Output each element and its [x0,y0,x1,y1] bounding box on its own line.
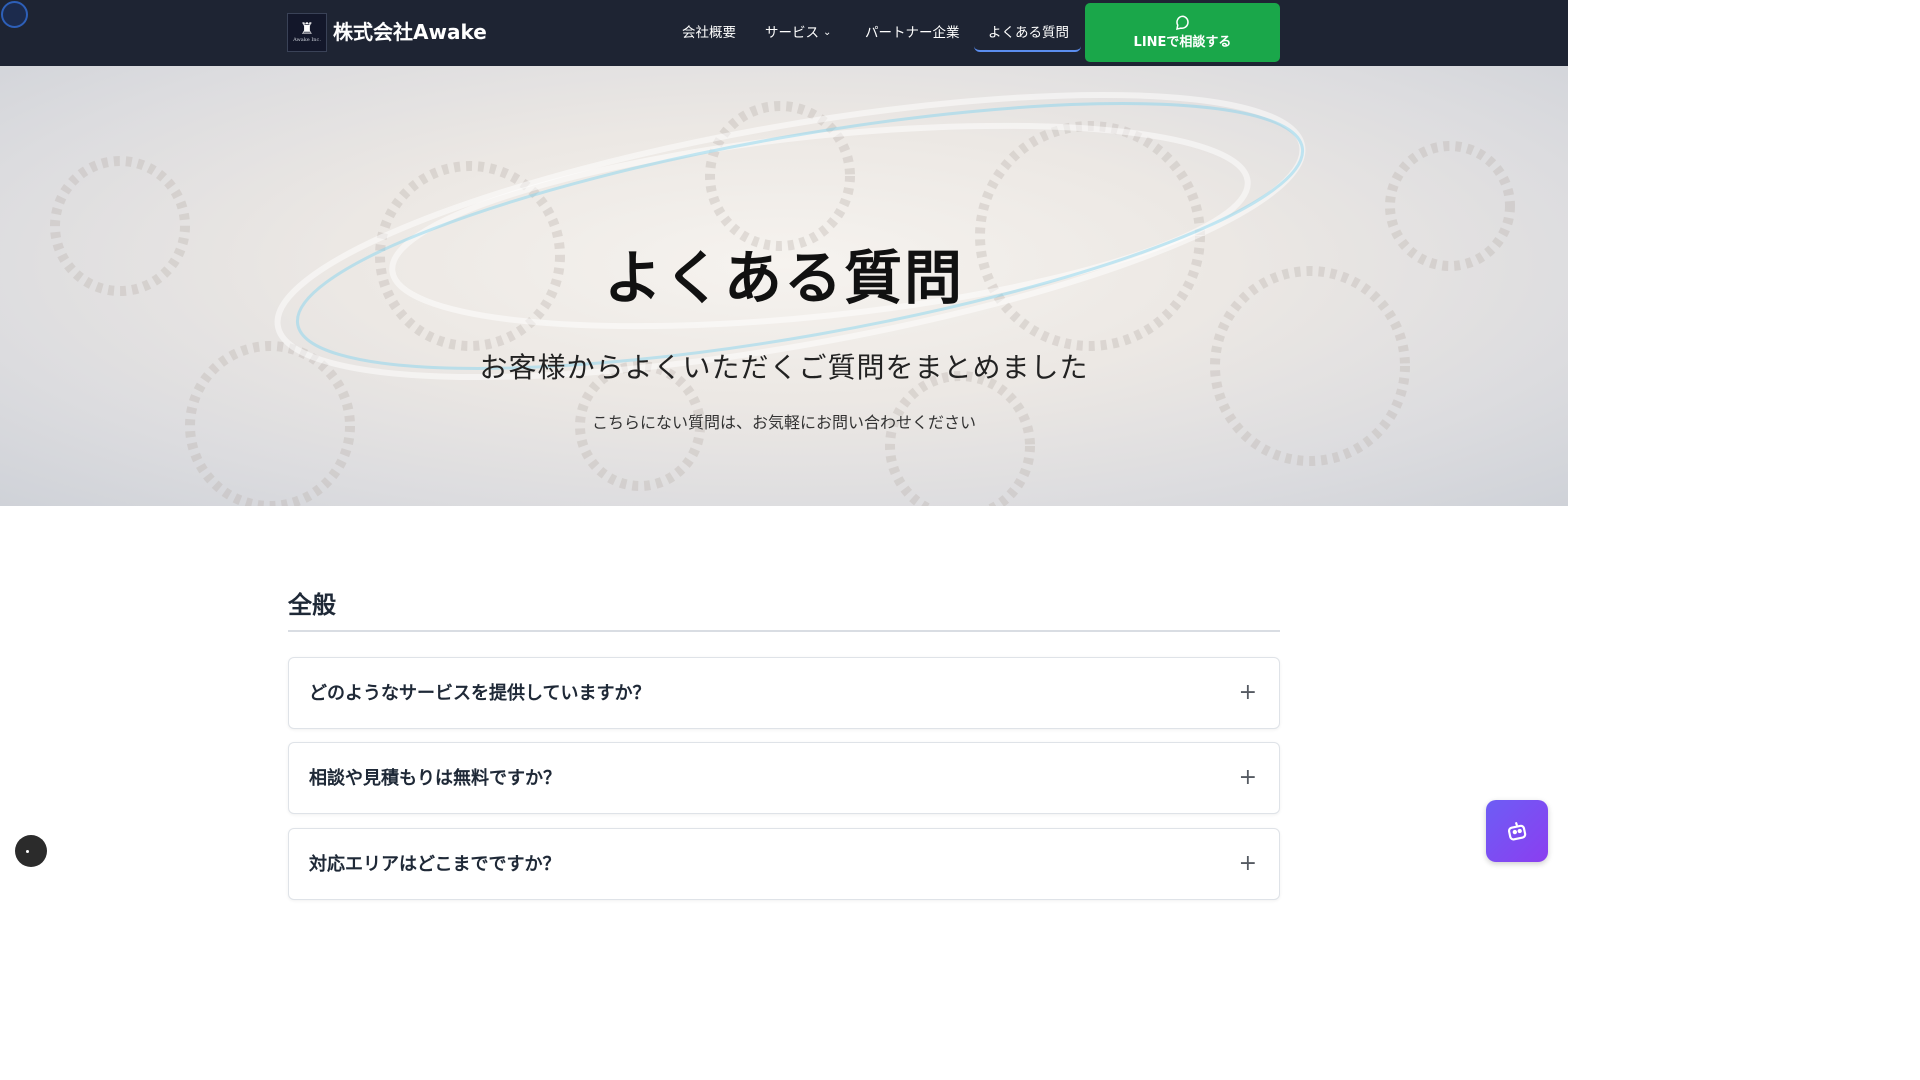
faq-question: 対応エリアはどこまでですか？ [309,854,561,875]
robot-icon [1507,821,1527,841]
plus-icon[interactable]: + [1239,765,1257,791]
company-logo[interactable]: ♜ Awake Inc. [287,13,327,52]
nav-label: よくある質問 [988,25,1069,41]
faq-section-title: 全般 [288,591,336,619]
line-consult-button[interactable]: LINEで相談する [1085,3,1280,62]
chevron-down-icon: ⌄ [823,27,832,38]
widget-indicator-icon[interactable] [1,1,28,28]
nav-label: 会社概要 [682,25,736,41]
page-subtitle: お客様からよくいただくご質問をまとめました [479,351,1089,384]
nav-faq[interactable]: よくある質問 [988,22,1069,44]
page-note: こちらにない質問は、お気軽にお問い合わせください [591,413,976,432]
brand-name[interactable]: 株式会社Awake [333,18,487,46]
nav-label: パートナー企業 [865,25,960,41]
line-consult-label: LINEで相談する [1133,34,1232,50]
site-header: ♜ Awake Inc. 株式会社Awake 会社概要 サービス ⌄ パートナー… [0,0,1568,66]
faq-item[interactable]: どのようなサービスを提供していますか？ + [288,657,1280,729]
hero-banner: よくある質問 お客様からよくいただくご質問をまとめました こちらにない質問は、お… [0,66,1568,506]
factory-icon: ♜ [299,19,315,38]
chat-bubble-icon [1175,14,1189,30]
faq-question: どのようなサービスを提供していますか？ [309,683,651,704]
plus-icon[interactable]: + [1239,680,1257,706]
accessibility-button[interactable] [15,835,47,867]
faq-item[interactable]: 対応エリアはどこまでですか？ + [288,828,1280,900]
faq-question: 相談や見積もりは無料ですか？ [309,768,561,789]
page-title: よくある質問 [603,244,964,312]
nav-partners[interactable]: パートナー企業 [865,22,960,44]
chatbot-button[interactable] [1486,800,1548,862]
nav-services[interactable]: サービス ⌄ [765,22,831,44]
nav-label: サービス [765,25,819,41]
dot-icon [26,850,29,853]
section-divider [288,630,1280,632]
nav-company-overview[interactable]: 会社概要 [682,22,736,44]
faq-item[interactable]: 相談や見積もりは無料ですか？ + [288,742,1280,814]
logo-text: Awake Inc. [293,37,321,43]
plus-icon[interactable]: + [1239,851,1257,877]
